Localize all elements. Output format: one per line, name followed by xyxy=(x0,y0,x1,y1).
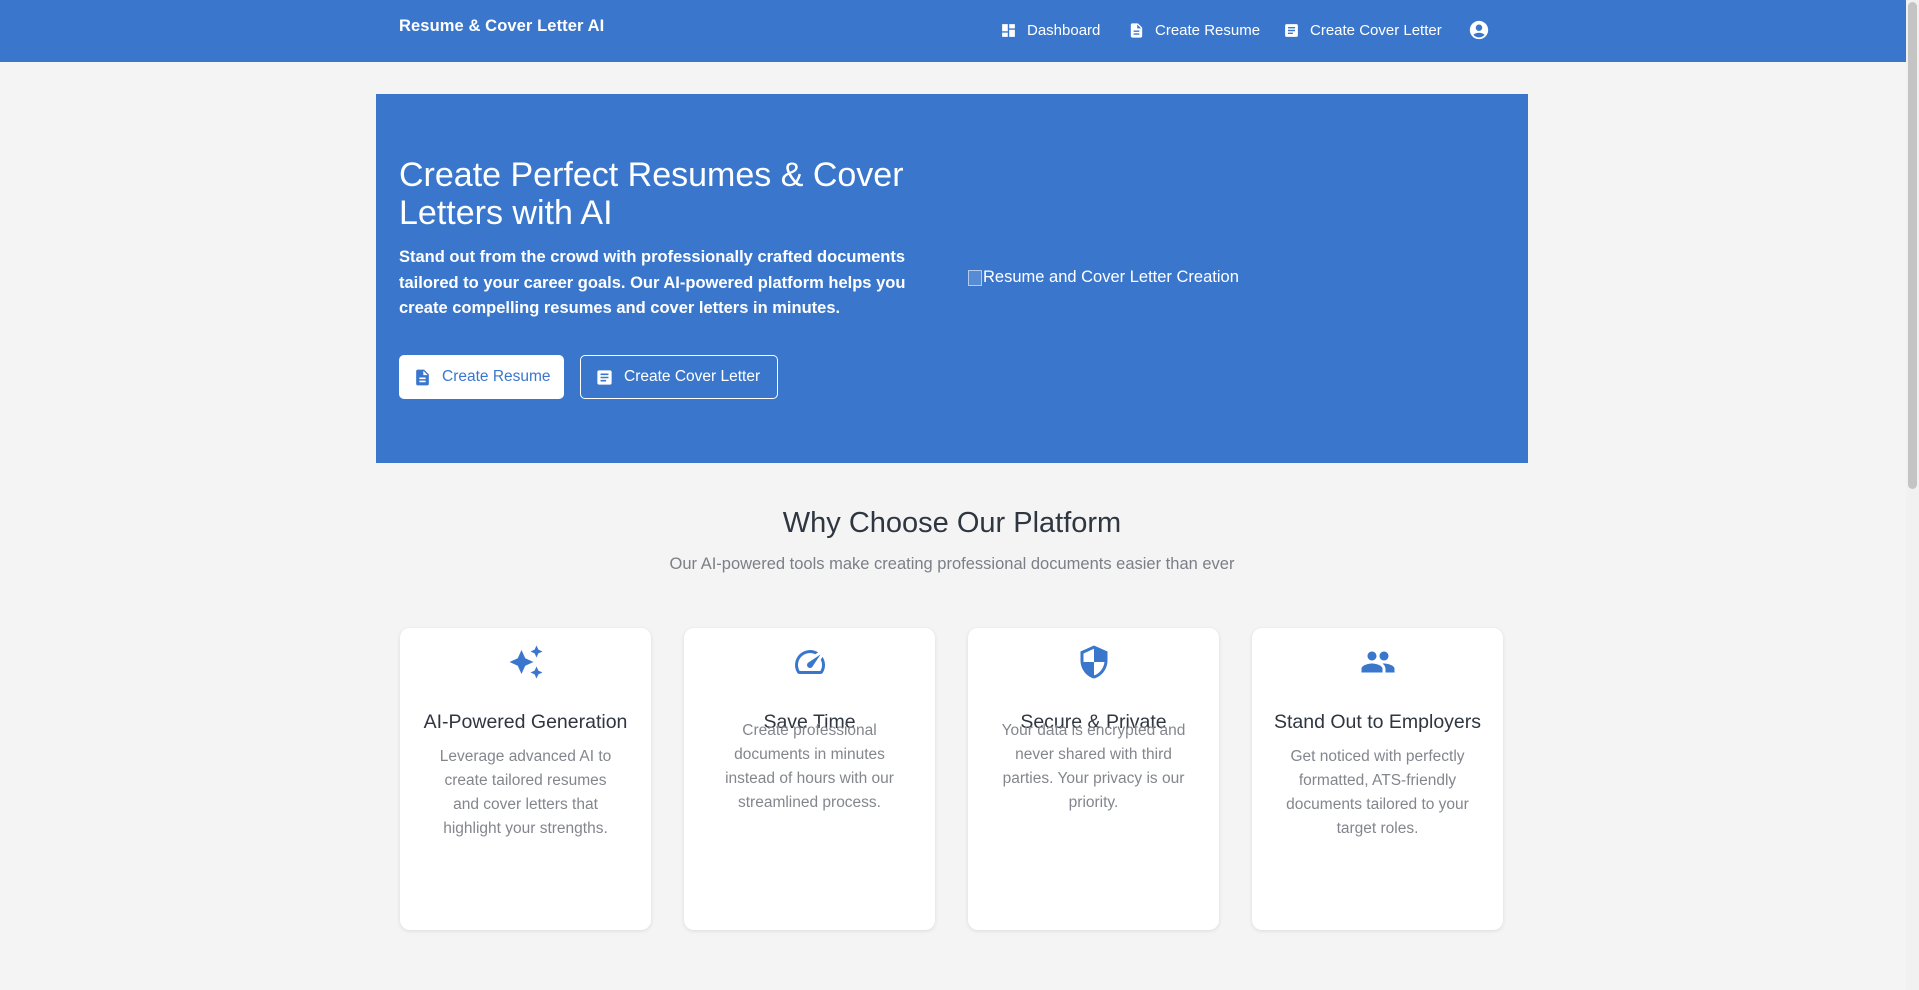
hero-section: Create Perfect Resumes & Cover Letters w… xyxy=(376,94,1528,463)
hero-image-alt-text: Resume and Cover Letter Creation xyxy=(983,268,1239,286)
feature-card-ai-powered: AI-Powered Generation Leverage advanced … xyxy=(400,628,651,930)
brand-title[interactable]: Resume & Cover Letter AI xyxy=(399,17,604,36)
nav-dashboard-label: Dashboard xyxy=(1027,21,1101,39)
document-icon xyxy=(416,369,429,385)
feature-card-body: Create professional documents in minutes… xyxy=(725,722,894,811)
feature-card-body: Get noticed with perfectly formatted, AT… xyxy=(1286,748,1469,837)
feature-card-secure: Secure & Private Your data is encrypted … xyxy=(968,628,1219,930)
feature-card-stand-out: Stand Out to Employers Get noticed with … xyxy=(1252,628,1503,930)
create-resume-button[interactable]: Create Resume xyxy=(399,355,564,399)
nav-create-cover-letter[interactable]: Create Cover Letter xyxy=(1283,0,1442,60)
broken-image-icon xyxy=(968,269,982,286)
account-button[interactable] xyxy=(1468,19,1490,41)
nav-create-cover-letter-label: Create Cover Letter xyxy=(1310,21,1442,39)
top-navigation-bar: Resume & Cover Letter AI Dashboard Creat… xyxy=(0,0,1906,62)
dashboard-icon xyxy=(1002,23,1015,37)
features-title: Why Choose Our Platform xyxy=(782,507,1122,539)
feature-card-body: Your data is encrypted and never shared … xyxy=(1001,722,1186,811)
scrollbar-thumb[interactable] xyxy=(1908,2,1917,489)
create-cover-letter-button-label: Create Cover Letter xyxy=(624,368,761,385)
create-cover-letter-button[interactable]: Create Cover Letter xyxy=(580,355,778,399)
document-icon xyxy=(1130,22,1143,38)
shield-icon xyxy=(1080,645,1107,679)
sparkle-icon xyxy=(509,645,542,679)
hero-image: Resume and Cover Letter Creation xyxy=(968,268,1239,287)
nav-create-resume-label: Create Resume xyxy=(1155,21,1261,39)
hero-subtitle: Stand out from the crowd with profession… xyxy=(399,248,906,317)
speedometer-icon xyxy=(794,650,825,674)
feature-card-title: Stand Out to Employers xyxy=(1273,711,1482,733)
feature-card-title: AI-Powered Generation xyxy=(423,711,628,733)
create-resume-button-label: Create Resume xyxy=(442,368,551,385)
article-icon xyxy=(1285,23,1298,37)
feature-card-save-time: Save Time Create professional documents … xyxy=(684,628,935,930)
people-icon xyxy=(1361,651,1394,673)
account-circle-icon xyxy=(1469,20,1489,40)
nav-dashboard[interactable]: Dashboard xyxy=(1000,0,1100,60)
hero-title: Create Perfect Resumes & Cover Letters w… xyxy=(399,156,904,232)
features-subtitle: Our AI-powered tools make creating profe… xyxy=(669,555,1235,573)
nav-create-resume[interactable]: Create Resume xyxy=(1128,0,1260,60)
feature-card-body: Leverage advanced AI to create tailored … xyxy=(439,748,612,837)
article-icon xyxy=(597,369,612,385)
